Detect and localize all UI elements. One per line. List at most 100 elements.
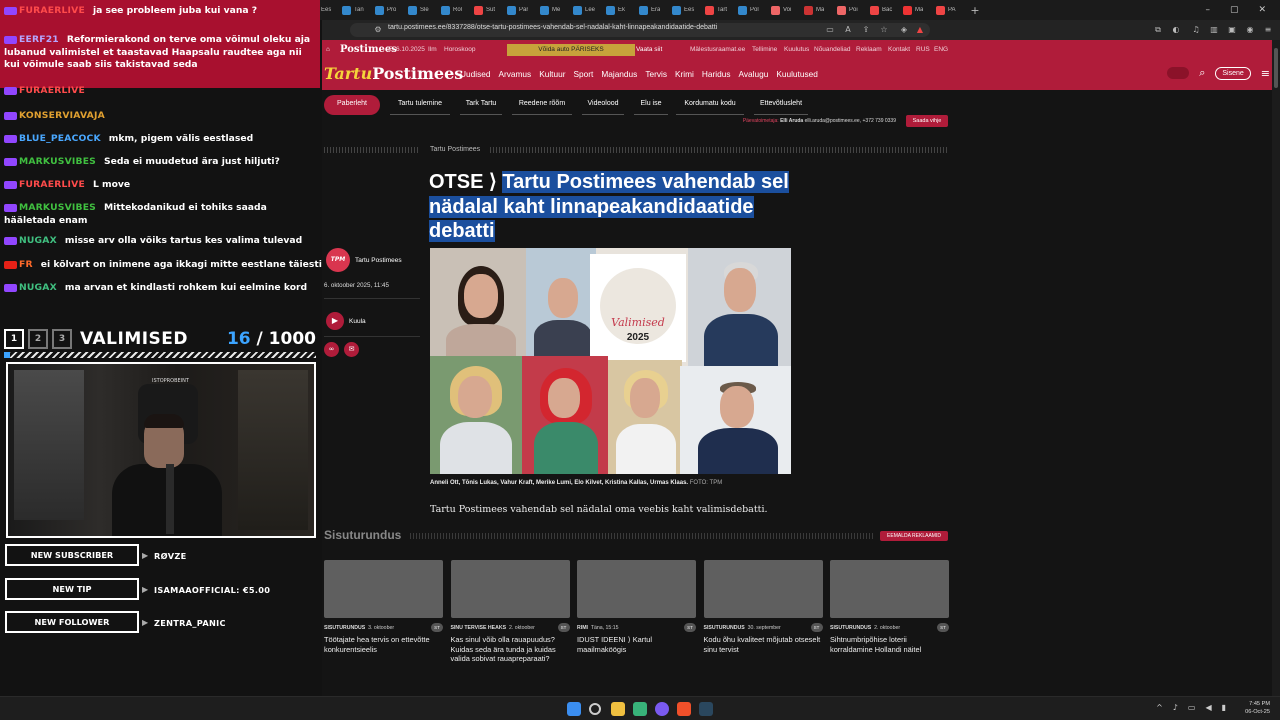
mic-icon[interactable]: ♪ [1173, 703, 1178, 712]
extension-icon[interactable]: ◐ [1170, 24, 1182, 36]
nav-item[interactable]: Kultuur [539, 69, 565, 79]
hamburger-menu-icon[interactable]: ≡ [1261, 67, 1270, 80]
scrollbar-thumb[interactable] [1274, 48, 1278, 88]
browser-tab[interactable]: Pol [735, 1, 768, 19]
speaker-icon[interactable]: ◀ [1205, 703, 1211, 712]
bookmark-star-icon[interactable]: ☆ [878, 24, 890, 36]
site-info-icon[interactable]: ⚙ [372, 24, 384, 36]
card-title[interactable]: Kas sinul võib olla rauapuudus? Kuidas s… [451, 635, 570, 664]
browser-tab[interactable]: Sut [471, 1, 504, 19]
page-scrollbar[interactable] [1272, 40, 1280, 696]
login-button[interactable]: Sisene [1215, 66, 1251, 80]
tray-chevron-icon[interactable]: ^ [1156, 703, 1163, 712]
browser-tab[interactable]: Ma [900, 1, 933, 19]
close-icon[interactable]: ✕ [1258, 5, 1266, 15]
subnav-item[interactable]: Paberleht [324, 95, 380, 115]
subnav-item[interactable]: Videolood [582, 95, 624, 115]
clock[interactable]: 7:45 PM 06-Oct-25 [1245, 700, 1270, 716]
nav-item[interactable]: Tervis [645, 69, 667, 79]
tartu-postimees-logo[interactable]: TartuPostimees [324, 64, 463, 83]
top-link[interactable]: Nõuandeliad [814, 46, 851, 53]
browser-tab[interactable]: Rol [438, 1, 471, 19]
maximize-icon[interactable]: ▢ [1230, 5, 1239, 15]
vpn-icon[interactable]: ◉ [1244, 24, 1256, 36]
extensions-icon[interactable]: ⧉ [1152, 24, 1164, 36]
browser-tab[interactable]: Ma [801, 1, 834, 19]
promo-cta[interactable]: Vaata siit [636, 44, 676, 56]
email-share-icon[interactable]: ✉ [344, 342, 359, 357]
card-image[interactable] [830, 560, 949, 618]
top-link[interactable]: Kontakt [888, 46, 910, 53]
browser-tab[interactable]: Tan [339, 1, 372, 19]
promo-banner[interactable]: Võida auto PÄRISEKS [507, 44, 635, 56]
browser-tab[interactable]: Sle [405, 1, 438, 19]
translate-icon[interactable]: A [842, 24, 854, 36]
browser-tab[interactable]: Ek [603, 1, 636, 19]
card-image[interactable] [450, 560, 570, 618]
sponsored-card[interactable]: SISUTURUNDUS 30. september ST Kodu õhu kva… [703, 560, 823, 654]
browser-tab[interactable]: Lee [570, 1, 603, 19]
wallet-icon[interactable]: ▣ [1226, 24, 1238, 36]
sponsored-card[interactable]: SINU TERVISE HEAKS 2. oktoober ST Kas sinu… [450, 560, 570, 664]
nav-item[interactable]: Arvamus [498, 69, 531, 79]
start-icon[interactable] [567, 702, 581, 716]
media-icon[interactable]: ♫ [1190, 24, 1202, 36]
browser-tab[interactable]: Me [537, 1, 570, 19]
battery-icon[interactable]: ▮ [1222, 703, 1226, 712]
rewards-icon[interactable]: ▲ [914, 24, 926, 36]
card-image[interactable] [703, 560, 823, 618]
listen-control[interactable]: ▶ Kuula [326, 312, 366, 330]
remove-ads-button[interactable]: EEMALDA REKLAAMID [880, 531, 948, 541]
nav-item[interactable]: Sport [573, 69, 593, 79]
sponsored-card[interactable]: SISUTURUNDUS 2. oktoober ST Sihtnumbripõhi… [830, 560, 949, 654]
author-avatar[interactable]: TPM [326, 248, 350, 272]
browser-tab[interactable]: Ees [669, 1, 702, 19]
top-link[interactable]: Mälestusraamat.ee [690, 46, 745, 53]
nav-item[interactable]: Krimi [675, 69, 694, 79]
card-title[interactable]: Sihtnumbripõhise loterii korraldamine Ho… [830, 635, 949, 654]
card-image[interactable] [324, 560, 443, 618]
cast-icon[interactable]: ▭ [824, 24, 836, 36]
sponsored-card[interactable]: SISUTURUNDUS 3. oktoober ST Töötajate hea … [324, 560, 443, 654]
url-text[interactable]: tartu.postimees.ee/8337288/otse-tartu-po… [388, 24, 717, 31]
file-explorer-icon[interactable] [611, 702, 625, 716]
subnav-item[interactable]: Tark Tartu [460, 95, 502, 115]
card-image[interactable] [577, 560, 696, 618]
brave-shield-icon[interactable]: ◈ [898, 24, 910, 36]
nav-item[interactable]: Haridus [702, 69, 731, 79]
brave-browser-icon[interactable] [677, 702, 691, 716]
subnav-item[interactable]: Tartu tulemine [390, 95, 450, 115]
minimize-icon[interactable]: – [1205, 5, 1210, 15]
steam-icon[interactable] [699, 702, 713, 716]
nav-item[interactable]: Avalugu [738, 69, 768, 79]
display-icon[interactable]: ▭ [1188, 703, 1196, 712]
browser-tab[interactable]: Pro [372, 1, 405, 19]
subnav-item[interactable]: Elu ise [634, 95, 668, 115]
browser-tab[interactable]: Tart [702, 1, 735, 19]
app-icon[interactable] [633, 702, 647, 716]
card-title[interactable]: IDUST IDEENI ⟩ Kartul maailmaköögis [577, 635, 696, 654]
horoscope-link[interactable]: Horoskoop [444, 46, 475, 53]
nav-item[interactable]: Majandus [601, 69, 637, 79]
search-icon[interactable]: ⌕ [1199, 66, 1205, 80]
section-label[interactable]: Tartu Postimees [430, 146, 480, 153]
copy-link-icon[interactable]: ∞ [324, 342, 339, 357]
home-icon[interactable]: ⌂ [326, 46, 330, 53]
search-icon[interactable] [589, 703, 601, 715]
discord-icon[interactable] [655, 702, 669, 716]
card-title[interactable]: Kodu õhu kvaliteet mõjutab otseselt sinu… [704, 635, 823, 654]
browser-tab[interactable]: Poi [834, 1, 867, 19]
top-link[interactable]: Kuulutus [784, 46, 809, 53]
browser-tab[interactable]: PA [933, 1, 966, 19]
nav-item[interactable]: Uudised [460, 69, 490, 79]
browser-tab[interactable]: Voi [768, 1, 801, 19]
editor-contact[interactable]: elli.aruda@postimees.ee, +372 739 0339 [805, 118, 896, 124]
top-link[interactable]: RUS [916, 46, 930, 53]
browser-tab[interactable]: Bac [867, 1, 900, 19]
sidebar-icon[interactable]: ▥ [1208, 24, 1220, 36]
subnav-item[interactable]: Ettevõtlusleht [754, 95, 808, 115]
subnav-item[interactable]: Reedene rõõm [512, 95, 572, 115]
nav-item[interactable]: Kuulutused [776, 69, 818, 79]
top-link[interactable]: Tellimine [752, 46, 777, 53]
weather-link[interactable]: Ilm [428, 46, 437, 53]
